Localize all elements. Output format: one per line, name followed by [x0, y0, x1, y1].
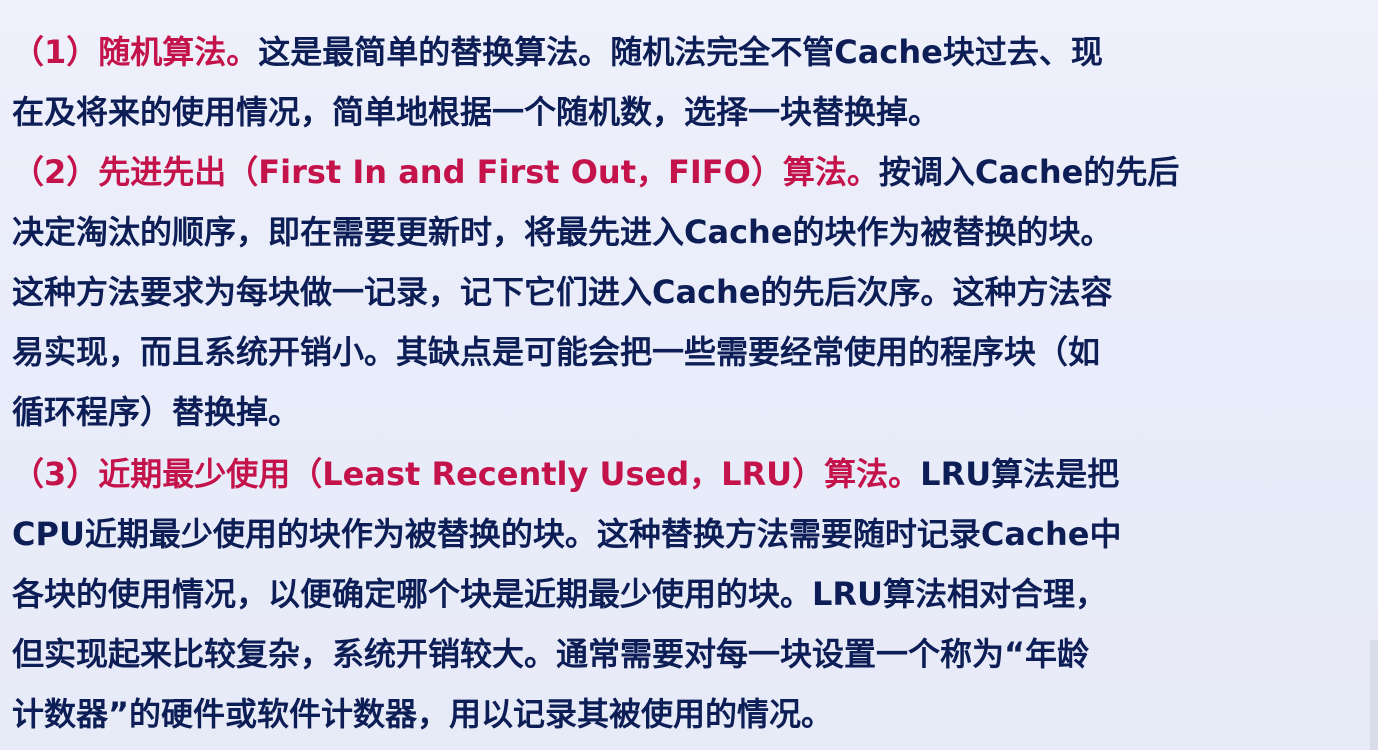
para-random-line-1: （1）随机算法。这是最简单的替换算法。随机法完全不管Cache块过去、现	[12, 22, 1364, 82]
text-random-2: 在及将来的使用情况，简单地根据一个随机数，选择一块替换掉。	[12, 93, 941, 131]
text-lru-2: CPU近期最少使用的块作为被替换的块。这种替换方法需要随时记录Cache中	[12, 515, 1122, 553]
heading-lru: （3）近期最少使用（Least Recently Used，LRU）算法。	[12, 455, 921, 493]
text-lru-5: 计数器”的硬件或软件计数器，用以记录其被使用的情况。	[12, 695, 834, 733]
para-lru-line-4: 但实现起来比较复杂，系统开销较大。通常需要对每一块设置一个称为“年龄	[12, 624, 1364, 684]
para-fifo-line-4: 易实现，而且系统开销小。其缺点是可能会把一些需要经常使用的程序块（如	[12, 322, 1364, 382]
para-lru-line-5: 计数器”的硬件或软件计数器，用以记录其被使用的情况。	[12, 684, 1364, 744]
text-lru-3: 各块的使用情况，以便确定哪个块是近期最少使用的块。LRU算法相对合理，	[12, 575, 1108, 613]
para-random-line-2: 在及将来的使用情况，简单地根据一个随机数，选择一块替换掉。	[12, 82, 1364, 142]
text-lru-1: LRU算法是把	[920, 455, 1120, 493]
para-lru-line-3: 各块的使用情况，以便确定哪个块是近期最少使用的块。LRU算法相对合理，	[12, 564, 1364, 624]
text-fifo-2: 决定淘汰的顺序，即在需要更新时，将最先进入Cache的块作为被替换的块。	[12, 213, 1113, 251]
slide: （1）随机算法。这是最简单的替换算法。随机法完全不管Cache块过去、现 在及将…	[0, 0, 1378, 750]
text-fifo-5: 循环程序）替换掉。	[12, 393, 301, 431]
right-edge-strip	[1370, 640, 1378, 750]
heading-fifo: （2）先进先出（First In and First Out，FIFO）算法。	[12, 153, 879, 191]
text-fifo-3: 这种方法要求为每块做一记录，记下它们进入Cache的先后次序。这种方法容	[12, 273, 1113, 311]
text-fifo-4: 易实现，而且系统开销小。其缺点是可能会把一些需要经常使用的程序块（如	[12, 333, 1101, 371]
para-fifo-line-2: 决定淘汰的顺序，即在需要更新时，将最先进入Cache的块作为被替换的块。	[12, 202, 1364, 262]
para-fifo-line-3: 这种方法要求为每块做一记录，记下它们进入Cache的先后次序。这种方法容	[12, 262, 1364, 322]
para-fifo-line-5: 循环程序）替换掉。	[12, 382, 1364, 442]
para-fifo-line-1: （2）先进先出（First In and First Out，FIFO）算法。按…	[12, 142, 1364, 202]
text-fifo-1: 按调入Cache的先后	[878, 153, 1180, 191]
text-random-1: 这是最简单的替换算法。随机法完全不管Cache块过去、现	[258, 33, 1103, 71]
text-lru-4: 但实现起来比较复杂，系统开销较大。通常需要对每一块设置一个称为“年龄	[12, 635, 1090, 673]
para-lru-line-2: CPU近期最少使用的块作为被替换的块。这种替换方法需要随时记录Cache中	[12, 504, 1364, 564]
para-lru-line-1: （3）近期最少使用（Least Recently Used，LRU）算法。LRU…	[12, 444, 1364, 504]
heading-random: （1）随机算法。	[12, 33, 259, 71]
